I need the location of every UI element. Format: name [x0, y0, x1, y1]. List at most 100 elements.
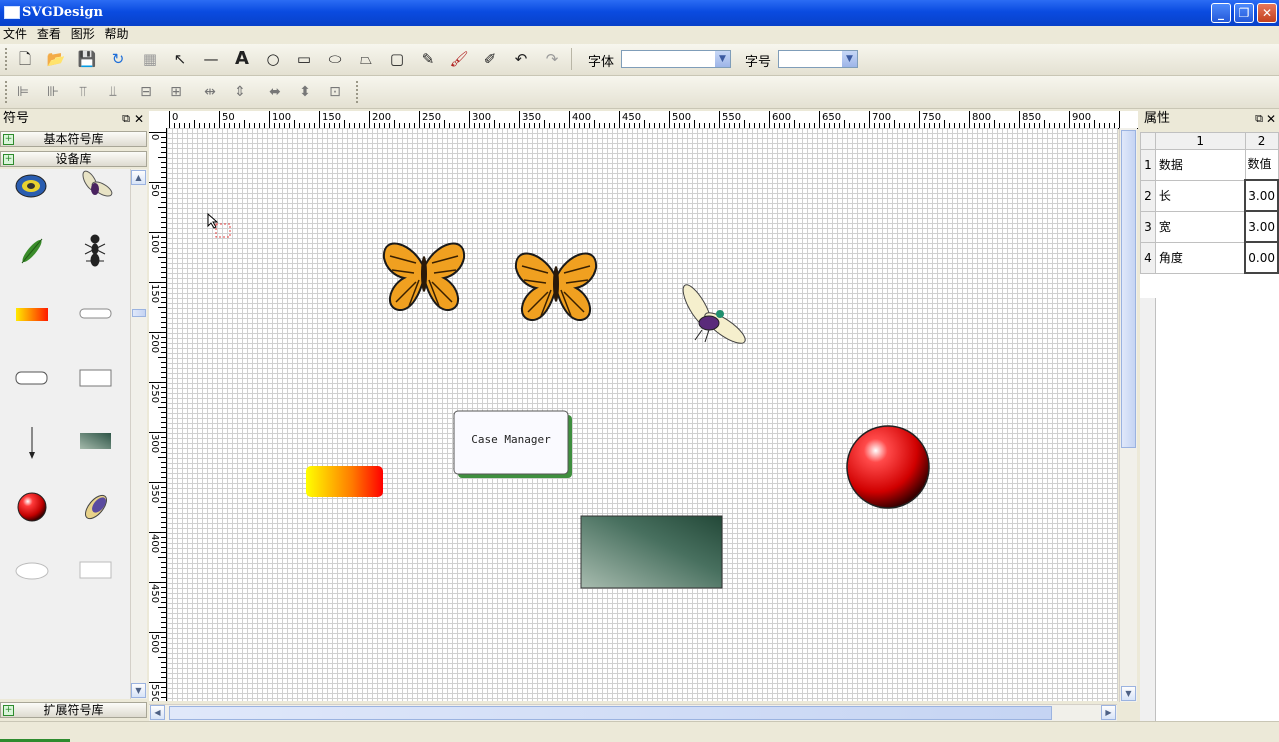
redo-icon[interactable]: ↷	[541, 48, 563, 70]
undo-icon[interactable]: ↶	[510, 48, 532, 70]
align-left-icon[interactable]: ⊫	[12, 81, 34, 103]
fly-shape[interactable]	[678, 281, 749, 348]
close-button[interactable]: ✕	[1257, 3, 1277, 23]
ruler-label: 350	[149, 484, 160, 503]
align-center-h-icon[interactable]: ⊟	[135, 81, 157, 103]
toolbar-grip[interactable]	[5, 48, 10, 70]
green-rect-shape[interactable]	[580, 515, 723, 589]
symbol-leaf[interactable]	[20, 238, 44, 265]
library-device[interactable]: + 设备库	[0, 151, 147, 167]
same-size-icon[interactable]: ⊡	[324, 81, 346, 103]
symbol-red-ball[interactable]	[17, 492, 47, 522]
symbol-color-brush[interactable]	[82, 492, 111, 522]
float-panel-icon[interactable]: ⧉	[122, 111, 130, 127]
same-width-icon[interactable]: ⬌	[264, 81, 286, 103]
symbol-gradient-rect[interactable]	[16, 308, 48, 321]
symbol-globe-device[interactable]	[15, 174, 47, 198]
rounded-rect-icon[interactable]: ▢	[386, 48, 408, 70]
float-panel-icon[interactable]: ⧉	[1255, 111, 1263, 127]
menu-file[interactable]: 文件	[0, 26, 30, 43]
ellipse-icon[interactable]: ⬭	[324, 48, 346, 70]
canvas-v-scroll-thumb[interactable]	[1121, 130, 1136, 448]
canvas-vertical-scrollbar[interactable]: ▼	[1119, 128, 1137, 702]
scroll-up-icon[interactable]: ▲	[131, 170, 146, 185]
ruler-label: 400	[572, 112, 591, 123]
menu-help[interactable]: 帮助	[102, 26, 132, 43]
align-top-icon[interactable]: ⫪	[72, 81, 94, 103]
fill-color-icon[interactable]: 🖌	[448, 48, 470, 70]
red-ball-shape[interactable]	[846, 425, 930, 509]
symbol-rounded-button[interactable]	[15, 371, 48, 385]
library-extend[interactable]: + 扩展符号库	[0, 702, 147, 718]
title-bar: SVGDesign _ ❐ ✕	[0, 0, 1279, 26]
symbol-ellipse[interactable]	[15, 562, 49, 580]
butterfly-shape-2[interactable]	[514, 252, 598, 322]
font-size-select[interactable]: ▼	[778, 50, 858, 68]
font-select[interactable]: ▼	[621, 50, 731, 68]
property-value[interactable]: 数值	[1244, 149, 1279, 181]
save-icon[interactable]: 💾	[76, 48, 98, 70]
minimize-button[interactable]: _	[1211, 3, 1231, 23]
polygon-icon[interactable]: ⏢	[355, 48, 377, 70]
symbol-fly[interactable]	[80, 169, 114, 199]
symbol-ant[interactable]	[84, 234, 106, 267]
align-bottom-icon[interactable]: ⫫	[102, 81, 124, 103]
butterfly-shape-1[interactable]	[382, 242, 466, 312]
circle-icon[interactable]: ○	[262, 48, 284, 70]
canvas-h-scroll-thumb[interactable]	[169, 706, 1052, 720]
chevron-down-icon[interactable]: ▼	[715, 51, 730, 67]
symbol-rectangle[interactable]	[79, 561, 112, 579]
gradient-rect-shape[interactable]	[306, 466, 383, 497]
maximize-button[interactable]: ❐	[1234, 3, 1254, 23]
font-label: 字体	[588, 55, 615, 70]
menu-view[interactable]: 查看	[34, 26, 64, 43]
scroll-left-icon[interactable]: ◀	[150, 705, 165, 720]
freehand-icon[interactable]: ✎	[417, 48, 439, 70]
table-row[interactable]: 3 宽 3.00	[1140, 210, 1279, 243]
symbol-green-rect[interactable]	[80, 433, 111, 449]
align-center-v-icon[interactable]: ⊞	[165, 81, 187, 103]
pen-color-icon[interactable]: ✐	[479, 48, 501, 70]
canvas-horizontal-scrollbar[interactable]: ◀ ▶	[149, 704, 1117, 721]
column-header: 2	[1244, 132, 1279, 150]
vertical-ruler-svg: 0 50 100 150 200 250 300 350 400 450 500 550	[149, 132, 166, 701]
property-value-length[interactable]: 3.00	[1244, 179, 1279, 212]
rectangle-icon[interactable]: ▭	[293, 48, 315, 70]
ruler-label: 250	[149, 384, 160, 403]
table-row[interactable]: 1 数据 数值	[1140, 149, 1279, 181]
table-row[interactable]: 4 角度 0.00	[1140, 241, 1279, 274]
horizontal-ruler-svg: 0 50 100 150 200 250 300 350 400 450 500 550 600 650 7…	[169, 111, 1120, 128]
scroll-down-icon[interactable]: ▼	[1121, 686, 1136, 701]
grid-icon[interactable]: ▦	[139, 48, 161, 70]
symbol-small-button[interactable]	[79, 308, 112, 319]
distribute-v-icon[interactable]: ⇕	[229, 81, 251, 103]
new-file-icon[interactable]: 🗋	[14, 48, 36, 70]
refresh-icon[interactable]: ↻	[107, 48, 129, 70]
table-row[interactable]: 2 长 3.00	[1140, 179, 1279, 212]
symbol-case-manager-box[interactable]	[79, 369, 112, 387]
text-icon[interactable]: A	[231, 48, 253, 70]
case-manager-shape[interactable]: Case Manager	[453, 410, 572, 478]
property-value-angle[interactable]: 0.00	[1244, 241, 1279, 274]
menu-shape[interactable]: 图形	[68, 26, 98, 43]
symbols-scrollbar[interactable]: ▲ ▼	[130, 169, 147, 699]
same-height-icon[interactable]: ⬍	[294, 81, 316, 103]
distribute-h-icon[interactable]: ⇹	[199, 81, 221, 103]
chevron-down-icon[interactable]: ▼	[842, 51, 857, 67]
drawing-canvas[interactable]: Case Manager	[167, 128, 1118, 701]
select-arrow-icon[interactable]: ↖	[169, 48, 191, 70]
line-icon[interactable]: —	[200, 48, 222, 70]
close-panel-icon[interactable]: ✕	[1266, 111, 1276, 127]
property-value-width[interactable]: 3.00	[1244, 210, 1279, 243]
close-panel-icon[interactable]: ✕	[134, 111, 144, 127]
scroll-thumb[interactable]	[132, 309, 146, 317]
open-folder-icon[interactable]: 📂	[45, 48, 67, 70]
library-basic[interactable]: + 基本符号库	[0, 131, 147, 147]
align-right-icon[interactable]: ⊪	[42, 81, 64, 103]
toolbar-grip[interactable]	[5, 81, 10, 103]
ruler-label: 250	[422, 112, 441, 123]
corner-cell	[1140, 132, 1156, 150]
scroll-right-icon[interactable]: ▶	[1101, 705, 1116, 720]
scroll-down-icon[interactable]: ▼	[131, 683, 146, 698]
symbol-arrow-down[interactable]	[29, 427, 35, 459]
